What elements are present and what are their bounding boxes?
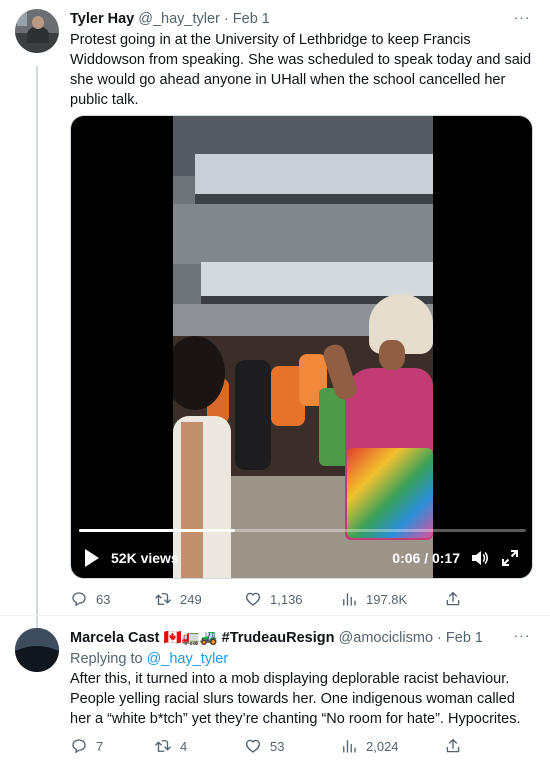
avatar[interactable] (15, 628, 59, 672)
thread-connector-line (36, 66, 38, 632)
share-button[interactable] (444, 736, 462, 756)
scene-wall (173, 204, 433, 264)
reply-text: After this, it turned into a mob display… (70, 671, 521, 727)
replying-to-handle-link[interactable]: @_hay_tyler (147, 651, 229, 667)
video-timecode: 0:06 / 0:17 (392, 550, 460, 566)
heart-icon (245, 739, 261, 753)
video-view-count: 52K views (111, 550, 179, 566)
avatar-window (17, 12, 27, 26)
views-button[interactable]: 2,024 (340, 736, 399, 756)
analytics-icon (343, 740, 356, 753)
like-button[interactable]: 1,136 (244, 589, 303, 609)
play-icon[interactable] (84, 548, 100, 568)
scene-lower-windows (201, 262, 433, 298)
scene-upper-windows (195, 154, 433, 196)
reply-header: Marcela Cast 🇨🇦🚛🚜 #TrudeauResign @amocic… (70, 628, 483, 648)
views-count: 197.8K (366, 591, 408, 607)
reply-icon (72, 739, 86, 754)
volume-icon[interactable] (470, 548, 490, 568)
avatar-head (32, 16, 44, 29)
avatar[interactable] (15, 9, 59, 53)
meta-separator: · (223, 11, 229, 27)
like-count: 53 (270, 738, 285, 754)
retweet-button[interactable]: 4 (154, 736, 187, 756)
retweet-icon (155, 593, 171, 605)
replying-to-label: Replying to (70, 651, 143, 667)
video-player[interactable]: 52K views 0:06 / 0:17 (70, 115, 533, 579)
heart-icon (245, 592, 261, 606)
author-handle[interactable]: @_hay_tyler (138, 11, 220, 27)
tweet-date[interactable]: Feb 1 (233, 11, 270, 27)
scene-dancer-regalia (347, 448, 433, 538)
reply-actions: 7 4 53 2,024 (70, 736, 470, 756)
reply-count: 7 (96, 738, 104, 754)
author-name[interactable]: Tyler Hay (70, 11, 134, 27)
avatar-body (27, 27, 49, 43)
reply-icon (72, 592, 86, 607)
retweet-count: 4 (180, 738, 188, 754)
author-handle[interactable]: @amociclismo (339, 630, 433, 646)
more-options-button[interactable]: ··· (512, 10, 532, 30)
tweet-header: Tyler Hay @_hay_tyler · Feb 1 (70, 9, 270, 29)
reply-count: 63 (96, 591, 111, 607)
share-icon (446, 738, 460, 753)
reply-button[interactable]: 63 (70, 589, 110, 609)
tweet-date[interactable]: Feb 1 (446, 630, 483, 646)
replying-to: Replying to @_hay_tyler (70, 649, 228, 669)
like-button[interactable]: 53 (244, 736, 284, 756)
scene-woman-arm (181, 422, 203, 578)
retweet-count: 249 (180, 591, 202, 607)
scene-dancer-face (379, 340, 405, 370)
meta-separator: · (437, 630, 442, 646)
fullscreen-icon[interactable] (500, 548, 520, 568)
views-button[interactable]: 197.8K (340, 589, 407, 609)
share-icon (446, 591, 460, 606)
tweet-divider (0, 615, 550, 616)
scene-person-black (235, 360, 271, 470)
video-progress-fill (79, 529, 236, 532)
video-frame (173, 116, 433, 578)
retweet-icon (155, 740, 171, 752)
avatar-landscape (15, 646, 59, 672)
scene-upper-railing (195, 194, 433, 204)
views-count: 2,024 (366, 738, 399, 754)
tweet-actions: 63 249 1,136 197.8K (70, 589, 470, 609)
share-button[interactable] (444, 589, 462, 609)
reply-button[interactable]: 7 (70, 736, 103, 756)
retweet-button[interactable]: 249 (154, 589, 202, 609)
like-count: 1,136 (270, 591, 303, 607)
more-options-button[interactable]: ··· (512, 628, 532, 648)
video-progress-bar[interactable] (79, 529, 526, 532)
tweet-text: Protest going in at the University of Le… (70, 32, 532, 108)
analytics-icon (343, 593, 356, 606)
author-name[interactable]: Marcela Cast 🇨🇦🚛🚜 #TrudeauResign (70, 630, 335, 646)
